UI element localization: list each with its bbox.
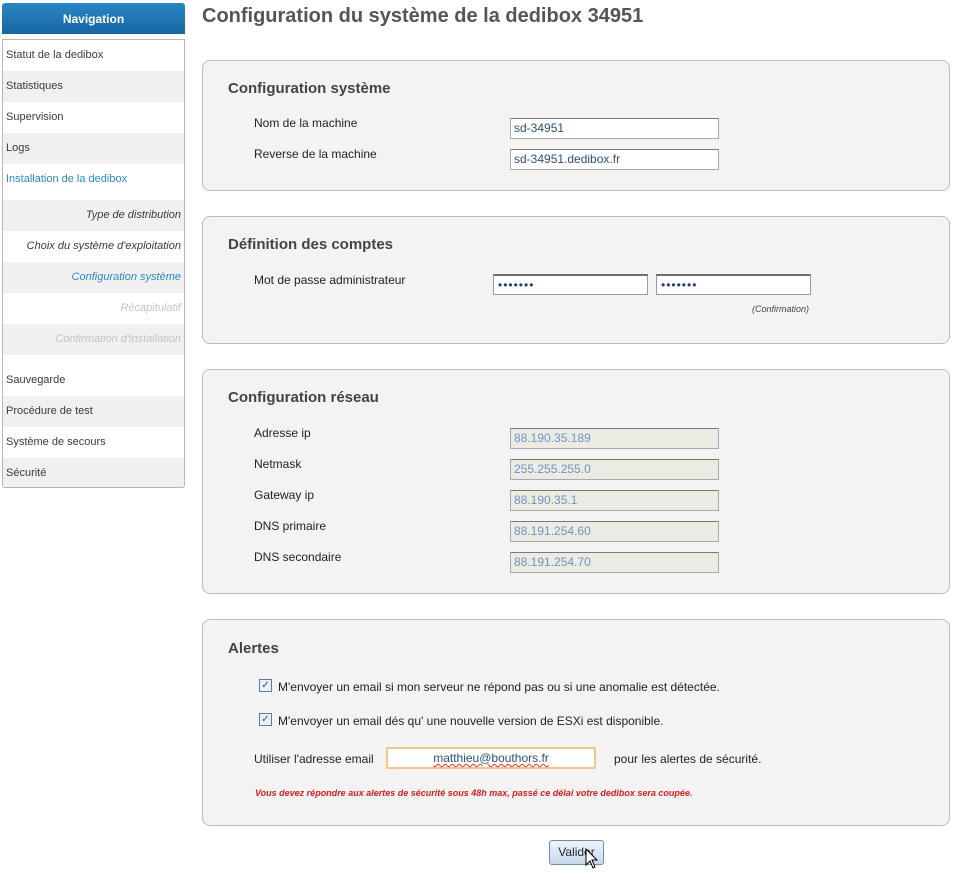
password-label: Mot de passe administrateur [254, 273, 406, 287]
sidebar-subitem-confirmation: Confirmation d'installation [3, 324, 184, 355]
gateway-field: 88.190.35.1 [510, 490, 719, 511]
sidebar-item-installation[interactable]: Installation de la dedibox [3, 164, 184, 195]
sidebar-item-supervision[interactable]: Supervision [3, 102, 184, 133]
sidebar-item-securite[interactable]: Sécurité [3, 458, 184, 487]
email-prefix-label: Utiliser l'adresse email [254, 752, 374, 766]
dns-primary-field: 88.191.254.60 [510, 521, 719, 542]
dns-secondary-field: 88.191.254.70 [510, 552, 719, 573]
sidebar-item-statut[interactable]: Statut de la dedibox [3, 40, 184, 71]
hostname-label: Nom de la machine [254, 116, 358, 130]
accounts-panel: Définition des comptes Mot de passe admi… [202, 216, 950, 344]
alert-email-input[interactable]: matthieu@bouthors.fr [386, 747, 596, 769]
network-title: Configuration réseau [228, 389, 379, 406]
gateway-label: Gateway ip [254, 488, 315, 502]
alert-anomaly-label: M'envoyer un email si mon serveur ne rép… [278, 680, 720, 694]
sidebar-subitem-choix-os[interactable]: Choix du système d'exploitation [3, 231, 184, 262]
alerts-title: Alertes [228, 640, 279, 657]
system-config-title: Configuration système [228, 80, 391, 97]
sidebar-subitem-type-distribution[interactable]: Type de distribution [3, 200, 184, 231]
netmask-label: Netmask [254, 457, 302, 471]
mouse-pointer-icon [585, 848, 599, 869]
sidebar-item-logs[interactable]: Logs [3, 133, 184, 164]
email-suffix-label: pour les alertes de sécurité. [614, 752, 762, 766]
sidebar-subitem-recapitulatif: Récapitulatif [120, 302, 181, 314]
hostname-input[interactable]: sd-34951 [510, 118, 719, 139]
ip-label: Adresse ip [254, 426, 311, 440]
reverse-label: Reverse de la machine [254, 147, 377, 161]
navigation-menu: Statut de la dedibox Statistiques Superv… [2, 39, 185, 488]
navigation-header: Navigation [2, 3, 185, 34]
accounts-title: Définition des comptes [228, 236, 394, 253]
netmask-field: 255.255.255.0 [510, 459, 719, 480]
network-panel: Configuration réseau Adresse ip 88.190.3… [202, 369, 950, 594]
alert-esxi-checkbox[interactable]: ✓ [259, 713, 272, 726]
password-input[interactable]: ••••••• [493, 274, 648, 295]
alerts-panel: Alertes ✓ M'envoyer un email si mon serv… [202, 619, 950, 826]
dns-primary-label: DNS primaire [254, 519, 327, 533]
password-confirm-input[interactable]: ••••••• [656, 274, 811, 295]
alert-email-value: matthieu@bouthors.fr [433, 751, 549, 765]
page-title: Configuration du système de la dedibox 3… [202, 5, 644, 27]
alert-esxi-label: M'envoyer un email dés qu' une nouvelle … [278, 714, 664, 728]
dns-secondary-label: DNS secondaire [254, 550, 342, 564]
sidebar-item-statistiques[interactable]: Statistiques [3, 71, 184, 102]
sidebar-subitem-configuration-systeme[interactable]: Configuration système [3, 262, 184, 293]
ip-field: 88.190.35.189 [510, 428, 719, 449]
reverse-input[interactable]: sd-34951.dedibox.fr [510, 149, 719, 170]
confirmation-note: (Confirmation) [751, 304, 809, 314]
sidebar-item-sauvegarde[interactable]: Sauvegarde [3, 365, 184, 396]
security-warning: Vous devez répondre aux alertes de sécur… [255, 788, 693, 798]
sidebar-item-systeme-secours[interactable]: Système de secours [3, 427, 184, 458]
sidebar-item-procedure-test[interactable]: Procédure de test [3, 396, 184, 427]
alert-anomaly-checkbox[interactable]: ✓ [259, 679, 272, 692]
system-config-panel: Configuration système Nom de la machine … [202, 60, 950, 191]
